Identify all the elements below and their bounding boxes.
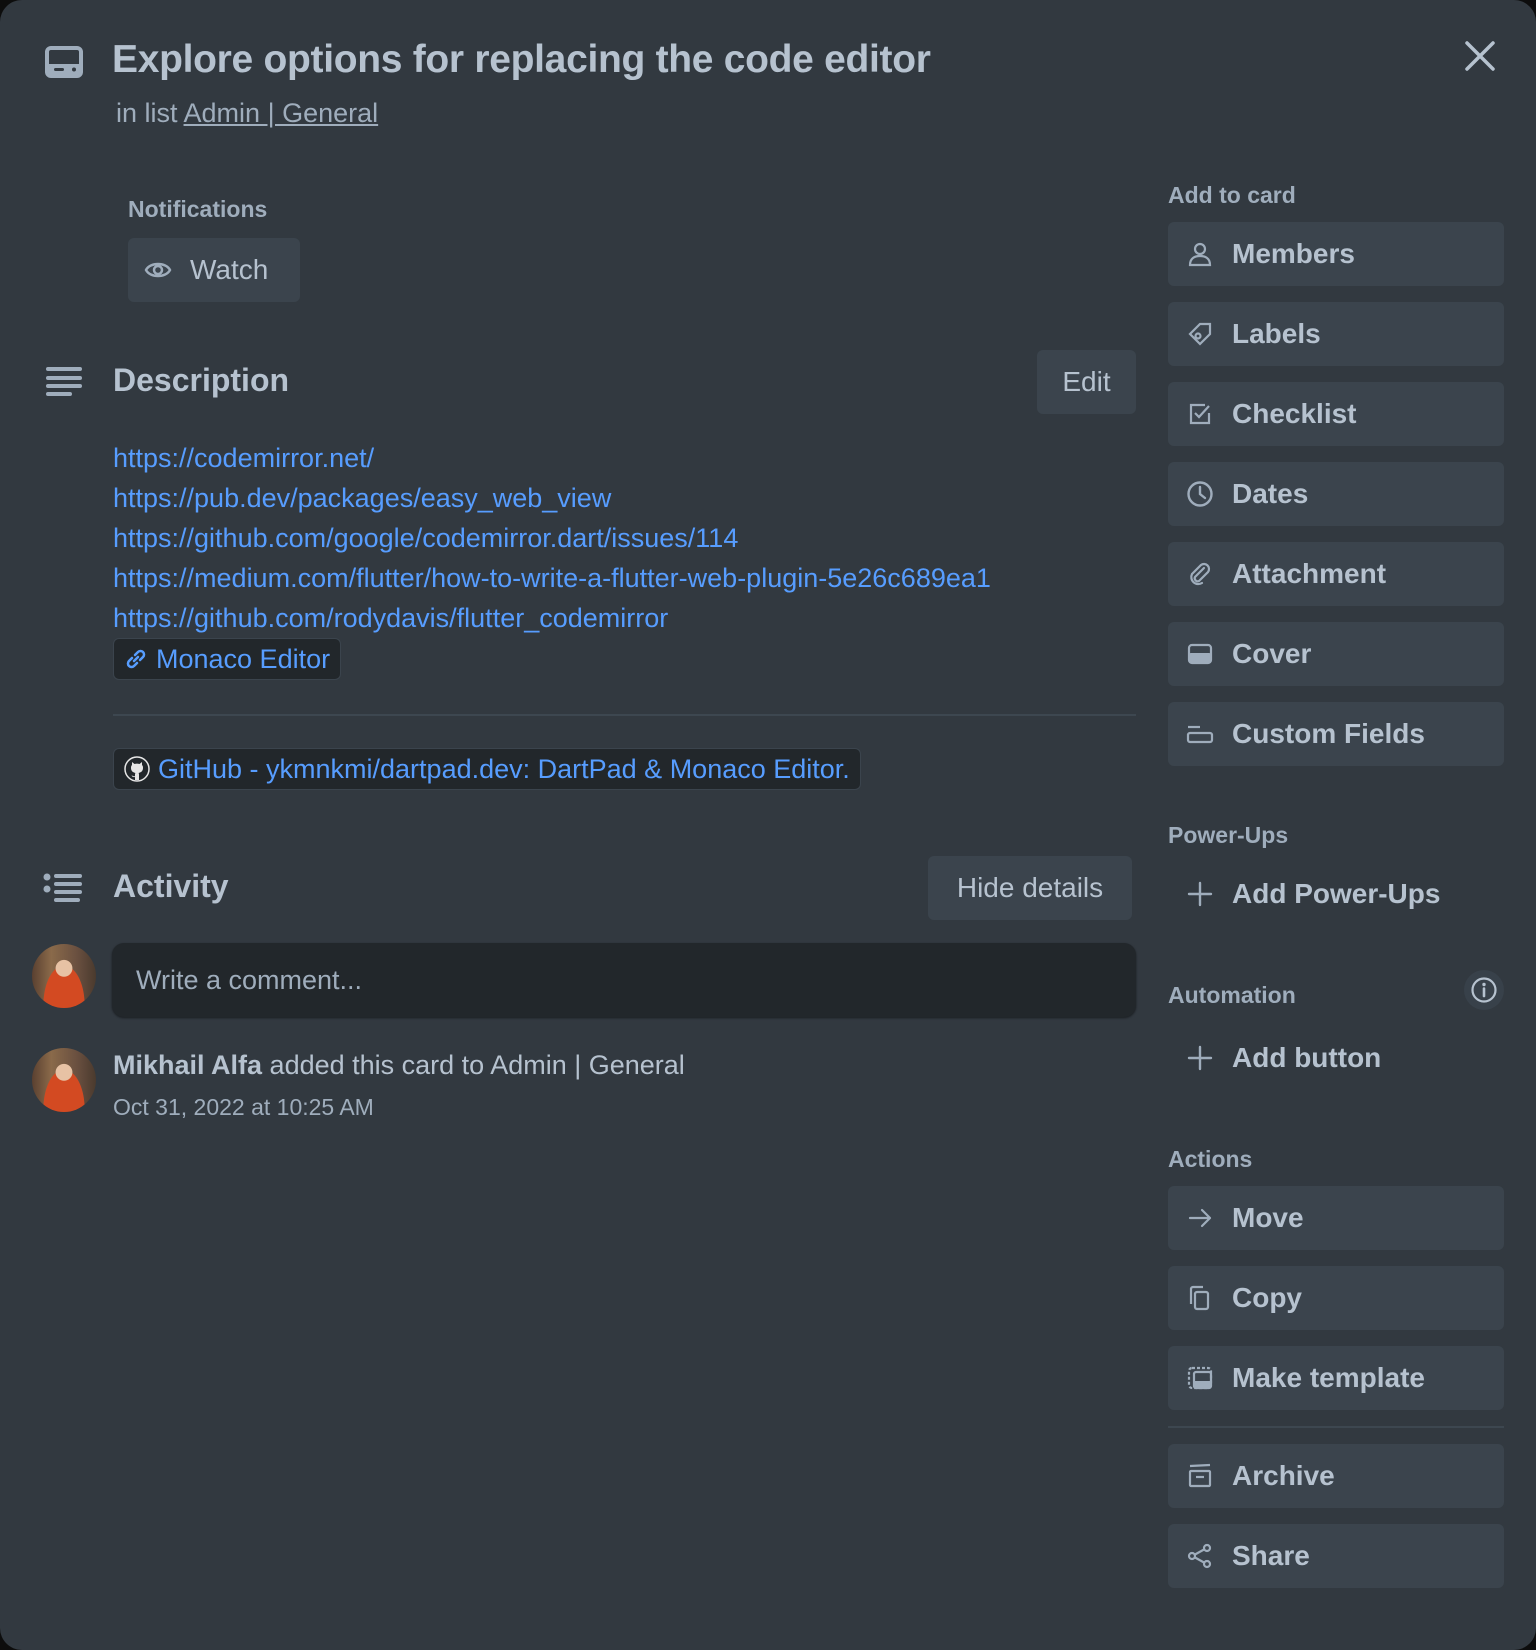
share-label: Share bbox=[1232, 1540, 1310, 1571]
info-icon bbox=[1471, 977, 1497, 1003]
github-link-card[interactable]: GitHub - ykmnkmi/dartpad.dev: DartPad & … bbox=[113, 748, 861, 790]
copy-icon bbox=[1186, 1284, 1214, 1312]
add-button-label: Add button bbox=[1232, 1042, 1382, 1073]
description-link[interactable]: https://github.com/google/codemirror.dar… bbox=[113, 518, 991, 558]
labels-label: Labels bbox=[1232, 318, 1321, 349]
close-button[interactable] bbox=[1460, 36, 1500, 76]
dates-button[interactable]: Dates bbox=[1168, 462, 1504, 526]
checklist-label: Checklist bbox=[1232, 398, 1357, 429]
share-button[interactable]: Share bbox=[1168, 1524, 1504, 1588]
description-link[interactable]: https://medium.com/flutter/how-to-write-… bbox=[113, 558, 991, 598]
person-icon bbox=[1186, 240, 1214, 268]
add-power-ups-button[interactable]: Add Power-Ups bbox=[1168, 862, 1504, 926]
cover-label: Cover bbox=[1232, 638, 1312, 669]
card-title[interactable]: Explore options for replacing the code e… bbox=[112, 38, 931, 82]
archive-button[interactable]: Archive bbox=[1168, 1444, 1504, 1508]
attachment-button[interactable]: Attachment bbox=[1168, 542, 1504, 606]
hide-details-button[interactable]: Hide details bbox=[928, 856, 1132, 920]
activity-icon bbox=[42, 872, 82, 904]
list-link[interactable]: Admin | General bbox=[184, 98, 379, 128]
watch-label: Watch bbox=[190, 254, 269, 285]
cover-icon bbox=[1186, 640, 1214, 668]
archive-icon bbox=[1186, 1462, 1214, 1490]
move-label: Move bbox=[1232, 1202, 1304, 1233]
github-icon bbox=[124, 756, 150, 782]
eye-icon bbox=[144, 259, 172, 281]
edit-description-button[interactable]: Edit bbox=[1037, 350, 1136, 414]
card-icon bbox=[44, 46, 84, 78]
activity-timestamp[interactable]: Oct 31, 2022 at 10:25 AM bbox=[113, 1094, 374, 1121]
activity-entry: Mikhail Alfa added this card to Admin | … bbox=[113, 1050, 685, 1081]
description-link[interactable]: https://github.com/rodydavis/flutter_cod… bbox=[113, 598, 991, 638]
actions-label: Actions bbox=[1168, 1146, 1253, 1172]
avatar[interactable] bbox=[32, 944, 96, 1008]
checklist-button[interactable]: Checklist bbox=[1168, 382, 1504, 446]
template-icon bbox=[1186, 1364, 1214, 1392]
activity-avatar[interactable] bbox=[32, 1048, 96, 1112]
add-to-card-label: Add to card bbox=[1168, 182, 1296, 208]
description-links: https://codemirror.net/ https://pub.dev/… bbox=[113, 438, 991, 638]
description-header: Description bbox=[113, 362, 290, 398]
monaco-link-label: Monaco Editor bbox=[156, 643, 331, 674]
description-link[interactable]: https://pub.dev/packages/easy_web_view bbox=[113, 478, 991, 518]
in-list-prefix: in list bbox=[116, 98, 178, 128]
description-link[interactable]: https://codemirror.net/ bbox=[113, 438, 991, 478]
labels-button[interactable]: Labels bbox=[1168, 302, 1504, 366]
automation-info-button[interactable] bbox=[1464, 970, 1504, 1010]
github-link-label: GitHub - ykmnkmi/dartpad.dev: DartPad & … bbox=[158, 753, 850, 784]
custom-fields-button[interactable]: Custom Fields bbox=[1168, 702, 1504, 766]
monaco-smart-link[interactable]: Monaco Editor bbox=[113, 638, 342, 680]
automation-label: Automation bbox=[1168, 982, 1296, 1008]
plus-icon bbox=[1186, 1044, 1214, 1072]
description-separator bbox=[113, 714, 1136, 716]
paperclip-icon bbox=[1186, 560, 1214, 588]
make-template-button[interactable]: Make template bbox=[1168, 1346, 1504, 1410]
actions-separator bbox=[1168, 1426, 1504, 1428]
custom-fields-label: Custom Fields bbox=[1232, 718, 1425, 749]
copy-button[interactable]: Copy bbox=[1168, 1266, 1504, 1330]
dates-label: Dates bbox=[1232, 478, 1309, 509]
members-button[interactable]: Members bbox=[1168, 222, 1504, 286]
share-icon bbox=[1186, 1542, 1214, 1570]
archive-label: Archive bbox=[1232, 1460, 1335, 1491]
attachment-label: Attachment bbox=[1232, 558, 1387, 589]
custom-fields-icon bbox=[1186, 720, 1214, 748]
activity-header: Activity bbox=[113, 868, 229, 904]
card-list-info: in list Admin | General bbox=[116, 98, 378, 129]
checkbox-icon bbox=[1186, 400, 1214, 428]
activity-action: added this card to Admin | General bbox=[269, 1050, 685, 1080]
plus-icon bbox=[1186, 880, 1214, 908]
close-icon bbox=[1465, 41, 1495, 71]
copy-label: Copy bbox=[1232, 1282, 1302, 1313]
move-button[interactable]: Move bbox=[1168, 1186, 1504, 1250]
watch-button[interactable]: Watch bbox=[128, 238, 300, 302]
make-template-label: Make template bbox=[1232, 1362, 1425, 1393]
add-power-ups-label: Add Power-Ups bbox=[1232, 878, 1441, 909]
comment-input[interactable] bbox=[112, 943, 1136, 1017]
tag-icon bbox=[1186, 320, 1214, 348]
cover-button[interactable]: Cover bbox=[1168, 622, 1504, 686]
clock-icon bbox=[1186, 480, 1214, 508]
activity-user[interactable]: Mikhail Alfa bbox=[113, 1050, 262, 1080]
link-icon bbox=[124, 647, 148, 671]
add-button-button[interactable]: Add button bbox=[1168, 1026, 1504, 1090]
notifications-label: Notifications bbox=[128, 196, 268, 222]
card-detail-modal: Explore options for replacing the code e… bbox=[0, 0, 1536, 1650]
members-label: Members bbox=[1232, 238, 1355, 269]
description-icon bbox=[46, 366, 82, 398]
power-ups-label: Power-Ups bbox=[1168, 822, 1289, 848]
arrow-right-icon bbox=[1186, 1204, 1214, 1232]
